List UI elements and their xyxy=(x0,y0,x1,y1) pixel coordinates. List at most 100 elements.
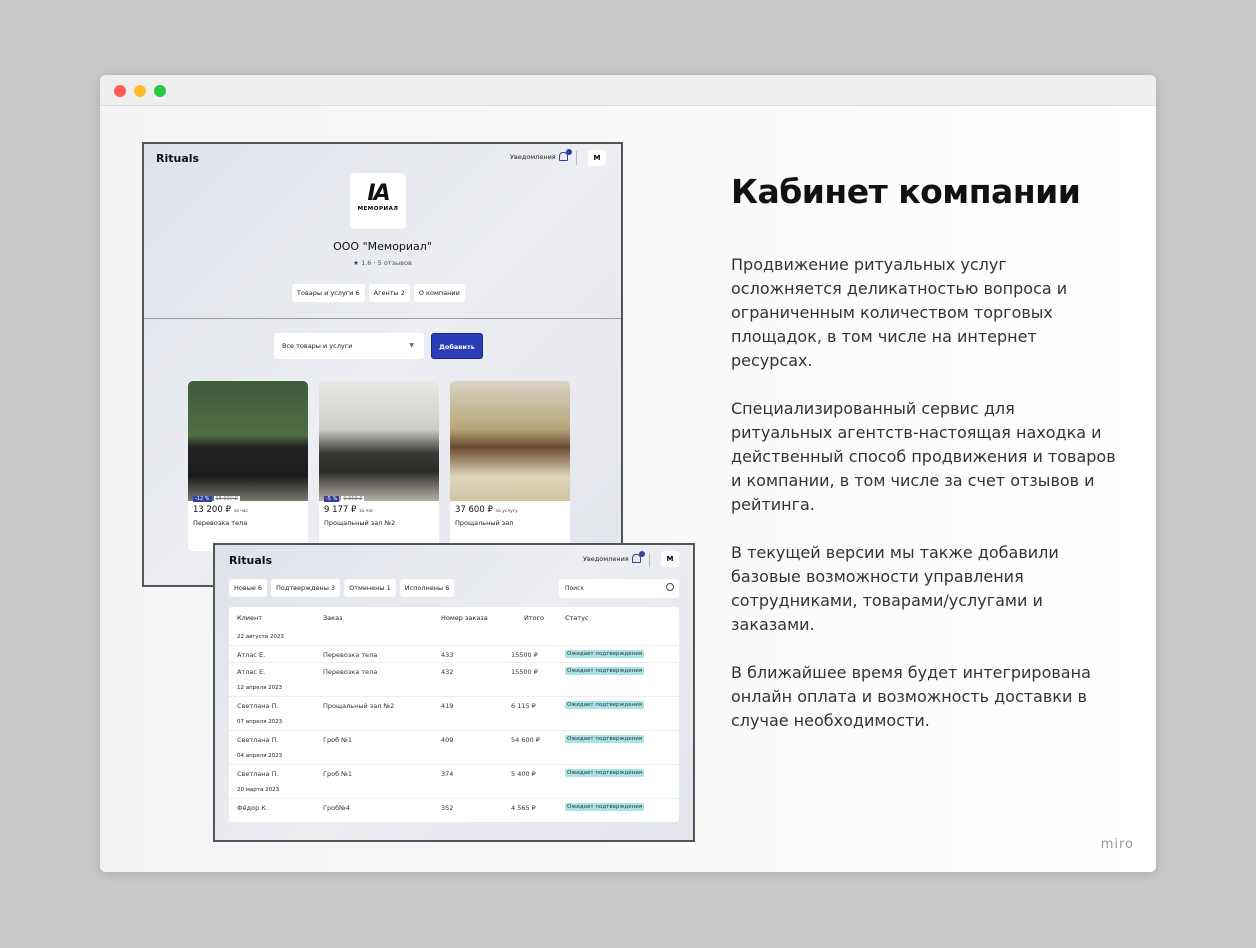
cell-client: Атлас Е. xyxy=(237,651,266,659)
cell-client: Фёдор К. xyxy=(237,804,268,812)
cell-num: 433 xyxy=(441,651,454,659)
table-row[interactable]: Атлас Е. Перевозка тела 432 15500 ₽ Ожидает … xyxy=(229,662,679,679)
description: Кабинет компании Продвижение ритуальных … xyxy=(731,172,1121,757)
cell-num: 374 xyxy=(441,770,454,778)
notifications-label: Уведомления xyxy=(583,554,629,563)
status-badge: Ожидает подтверждения xyxy=(565,735,645,743)
tab-agents[interactable]: Агенты 2 xyxy=(368,284,410,302)
logo-text: МЕМОРИАЛ xyxy=(357,206,399,212)
cell-order: Гроб№4 xyxy=(323,804,350,812)
maximize-button[interactable] xyxy=(154,85,166,97)
close-button[interactable] xyxy=(114,85,126,97)
product-image xyxy=(188,381,308,501)
status-badge: Ожидает подтверждения xyxy=(565,803,645,811)
tab-cancelled[interactable]: Отменены 1 xyxy=(344,579,396,597)
cell-total: 4 565 ₽ xyxy=(511,804,536,812)
cell-client: Атлас Е. xyxy=(237,668,266,676)
price-unit: за услугу xyxy=(495,509,518,514)
brand: Rituals xyxy=(229,554,273,567)
notifications[interactable]: Уведомления xyxy=(583,551,645,563)
price-unit: за час xyxy=(233,509,249,514)
old-price: 15 000 ₽ xyxy=(213,496,240,502)
price-unit: за час xyxy=(359,509,374,514)
cell-order: Перевозка тела xyxy=(323,651,378,659)
cell-num: 352 xyxy=(441,804,454,812)
price: 37 600 ₽ xyxy=(455,505,493,515)
cell-order: Гроб №1 xyxy=(323,770,353,778)
notifications[interactable]: Уведомления xyxy=(510,149,572,161)
cell-order: Прощальный зал №2 xyxy=(323,702,395,710)
search-placeholder: Поиск xyxy=(565,585,585,592)
tab-confirmed[interactable]: Подтверждены 3 xyxy=(271,579,341,597)
bell-icon xyxy=(631,551,645,563)
cell-num: 409 xyxy=(441,736,454,744)
cell-client: Светлана П. xyxy=(237,770,279,778)
search-input[interactable]: Поиск xyxy=(559,579,679,598)
cell-total: 54 600 ₽ xyxy=(511,736,540,744)
add-button[interactable]: Добавить xyxy=(431,333,483,359)
company-name: ООО "Мемориал" xyxy=(333,240,432,253)
table-row[interactable]: Атлас Е. Перевозка тела 433 15500 ₽ Ожидает … xyxy=(229,645,679,662)
product-title: Прощальный зал xyxy=(455,519,514,527)
browser-window: Rituals Уведомления M IA МЕМОРИАЛ ООО "Ме… xyxy=(100,75,1156,872)
product-image xyxy=(450,381,570,501)
status-badge: Ожидает подтверждения xyxy=(565,701,645,709)
product-title: Прощальный зал №2 xyxy=(324,519,396,527)
board: Rituals Уведомления M IA МЕМОРИАЛ ООО "Ме… xyxy=(100,106,1156,872)
orders-table: Клиент Заказ Номер заказа Итого Статус 2… xyxy=(229,607,679,822)
status-badge: Ожидает подтверждения xyxy=(565,769,645,777)
date-group: 04 апреля 2023 xyxy=(237,753,283,759)
column-header: Статус xyxy=(565,614,589,622)
table-row[interactable]: Светлана П. Гроб №1 374 5 400 ₽ Ожидает подт… xyxy=(229,764,679,781)
brand: Rituals xyxy=(156,152,200,165)
notifications-label: Уведомления xyxy=(510,152,556,161)
table-row[interactable]: Фёдор К. Гроб№4 352 4 565 ₽ Ожидает подтверж… xyxy=(229,798,679,815)
company-logo: IA МЕМОРИАЛ xyxy=(350,173,406,229)
cell-order: Гроб №1 xyxy=(323,736,353,744)
paragraph: Продвижение ритуальных услуг осложняется… xyxy=(731,255,1068,370)
date-group: 20 марта 2023 xyxy=(237,787,280,793)
discount-badge: -5 % xyxy=(324,496,340,502)
cell-num: 432 xyxy=(441,668,454,676)
tab-about[interactable]: О компании xyxy=(413,284,465,302)
cell-client: Светлана П. xyxy=(237,702,279,710)
rating: ★ 1.6 · 5 отзывов xyxy=(144,259,621,267)
tab-new[interactable]: Новые 6 xyxy=(229,579,268,597)
status-badge: Ожидает подтверждения xyxy=(565,650,645,658)
minimize-button[interactable] xyxy=(134,85,146,97)
watermark: miro xyxy=(1100,837,1134,852)
bell-icon xyxy=(558,149,572,161)
table-row[interactable]: Светлана П. Прощальный зал №2 419 6 115 ₽ Ож… xyxy=(229,696,679,713)
divider xyxy=(144,318,621,319)
chevron-down-icon: ▼ xyxy=(409,342,414,349)
cell-client: Светлана П. xyxy=(237,736,279,744)
product-card[interactable]: -12 % 15 000 ₽ 13 200 ₽ за час Перевозка … xyxy=(188,381,308,551)
table-row[interactable]: Светлана П. Гроб №1 409 54 600 ₽ Ожидает под… xyxy=(229,730,679,747)
paragraph: В текущей версии мы также добавили базов… xyxy=(731,543,1059,634)
rating-text: 1.6 · 5 отзывов xyxy=(361,259,412,267)
product-title: Перевозка тела xyxy=(193,519,248,527)
date-group: 12 апреля 2023 xyxy=(237,685,283,691)
cell-total: 5 400 ₽ xyxy=(511,770,536,778)
product-card[interactable]: 37 600 ₽ за услугу Прощальный зал xyxy=(450,381,570,551)
company-profile-screenshot: Rituals Уведомления M IA МЕМОРИАЛ ООО "Ме… xyxy=(142,142,623,587)
category-select[interactable]: Все товары и услуги ▼ xyxy=(274,333,424,359)
divider xyxy=(576,151,577,165)
paragraph: Специализированный сервис для ритуальных… xyxy=(731,399,1116,514)
price: 9 177 ₽ xyxy=(324,505,357,515)
tab-products[interactable]: Товары и услуги 6 xyxy=(292,284,365,302)
product-card[interactable]: -5 % 9 660 ₽ 9 177 ₽ за час Прощальный за… xyxy=(319,381,439,551)
date-group: 07 апреля 2023 xyxy=(237,719,283,725)
status-badge: Ожидает подтверждения xyxy=(565,667,645,675)
date-group: 22 августа 2023 xyxy=(237,634,284,640)
cell-total: 15500 ₽ xyxy=(511,668,538,676)
discount-badge: -12 % xyxy=(193,496,212,502)
cell-num: 419 xyxy=(441,702,454,710)
cell-total: 6 115 ₽ xyxy=(511,702,536,710)
search-icon[interactable] xyxy=(666,583,674,591)
avatar[interactable]: M xyxy=(661,551,679,567)
tab-completed[interactable]: Исполнены 6 xyxy=(399,579,455,597)
column-header: Итого xyxy=(524,614,545,622)
avatar[interactable]: M xyxy=(588,150,606,166)
table-header: Клиент Заказ Номер заказа Итого Статус xyxy=(229,607,679,628)
